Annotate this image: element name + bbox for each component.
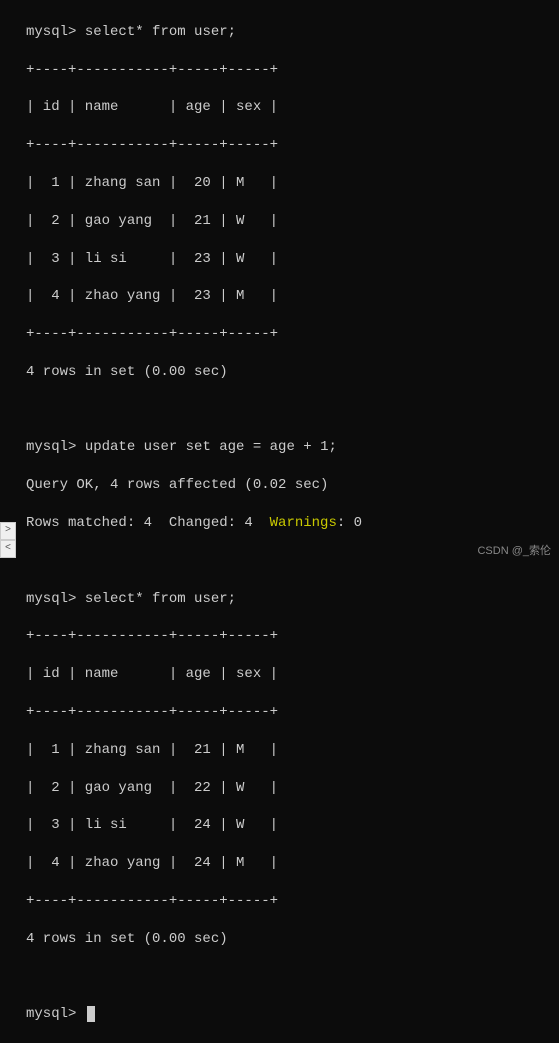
blank-line [0,552,559,571]
result-footer: 4 rows in set (0.00 sec) [0,363,559,382]
rows-matched: Rows matched: 4 Changed: 4 Warnings: 0 [0,514,559,533]
cursor [87,1006,95,1022]
query-ok: Query OK, 4 rows affected (0.02 sec) [0,476,559,495]
warnings-label: Warnings [270,515,337,531]
prompt: mysql> [26,591,76,607]
blank-line [0,401,559,420]
table-border: +----+-----------+-----+-----+ [0,703,559,722]
table-border: +----+-----------+-----+-----+ [0,627,559,646]
sql-command: update user set age = age + 1; [85,439,337,455]
scroll-controls: > < [0,522,16,558]
table-border: +----+-----------+-----+-----+ [0,136,559,155]
command-line: mysql> update user set age = age + 1; [0,438,559,457]
table-row: | 1 | zhang san | 21 | M | [0,741,559,760]
table-row: | 3 | li si | 24 | W | [0,816,559,835]
table-border: +----+-----------+-----+-----+ [0,61,559,80]
command-line: mysql> select* from user; [0,23,559,42]
table-border: +----+-----------+-----+-----+ [0,325,559,344]
watermark: CSDN @_索伦 [477,542,551,558]
prompt: mysql> [26,24,76,40]
result-footer: 4 rows in set (0.00 sec) [0,930,559,949]
terminal-output: mysql> select* from user; +----+--------… [0,0,559,1043]
scroll-left-button[interactable]: < [0,540,16,558]
table-row: | 4 | zhao yang | 23 | M | [0,287,559,306]
table-row: | 2 | gao yang | 22 | W | [0,779,559,798]
blank-line [0,967,559,986]
table-row: | 4 | zhao yang | 24 | M | [0,854,559,873]
table-row: | 3 | li si | 23 | W | [0,250,559,269]
table-row: | 2 | gao yang | 21 | W | [0,212,559,231]
table-row: | 1 | zhang san | 20 | M | [0,174,559,193]
prompt: mysql> [26,1006,76,1022]
prompt-line[interactable]: mysql> [0,1005,559,1024]
table-border: +----+-----------+-----+-----+ [0,892,559,911]
sql-command: select* from user; [85,24,236,40]
command-line: mysql> select* from user; [0,590,559,609]
scroll-right-button[interactable]: > [0,522,16,540]
table-header: | id | name | age | sex | [0,665,559,684]
table-header: | id | name | age | sex | [0,98,559,117]
sql-command: select* from user; [85,591,236,607]
prompt: mysql> [26,439,76,455]
